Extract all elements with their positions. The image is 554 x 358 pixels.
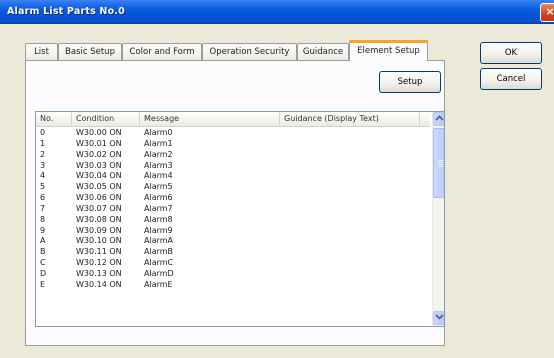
tab-basic-setup[interactable]: Basic Setup: [58, 43, 122, 60]
cell-no: 9: [40, 225, 46, 235]
cell-message: Alarm1: [144, 138, 173, 148]
cell-condition: W30.10 ON: [76, 236, 122, 246]
cell-message: Alarm7: [144, 203, 173, 213]
cell-condition: W30.03 ON: [76, 160, 122, 170]
list-item[interactable]: 2 W30.02 ON Alarm2: [36, 150, 430, 161]
tab-operation-security[interactable]: Operation Security: [202, 43, 297, 60]
cell-condition: W30.14 ON: [76, 279, 122, 289]
list-item[interactable]: B W30.11 ON AlarmB: [36, 247, 430, 258]
list-item[interactable]: 7 W30.07 ON Alarm7: [36, 204, 430, 215]
list-item[interactable]: 5 W30.05 ON Alarm5: [36, 182, 430, 193]
cell-condition: W30.07 ON: [76, 203, 122, 213]
cell-message: AlarmE: [144, 279, 173, 289]
element-list[interactable]: No. Condition Message Guidance (Display …: [35, 111, 445, 327]
tab-element-setup[interactable]: Element Setup: [349, 40, 428, 61]
vertical-scrollbar[interactable]: [432, 112, 444, 326]
window-title: Alarm List Parts No.0: [7, 6, 125, 17]
title-bar[interactable]: Alarm List Parts No.0 ×: [0, 0, 554, 24]
chevron-up-icon: [435, 115, 444, 123]
tab-label: Color and Form: [129, 47, 195, 57]
cell-condition: W30.12 ON: [76, 258, 122, 268]
cell-no: 5: [40, 182, 46, 192]
tab-color-and-form[interactable]: Color and Form: [122, 43, 202, 60]
tab-label: List: [34, 47, 49, 57]
list-item[interactable]: 3 W30.03 ON Alarm3: [36, 161, 430, 172]
cell-message: AlarmC: [144, 258, 174, 268]
list-header: No. Condition Message Guidance (Display …: [36, 112, 430, 127]
cell-message: Alarm9: [144, 225, 173, 235]
list-item[interactable]: 6 W30.06 ON Alarm6: [36, 193, 430, 204]
cell-condition: W30.06 ON: [76, 193, 122, 203]
cell-no: 3: [40, 160, 46, 170]
list-item[interactable]: E W30.14 ON AlarmE: [36, 280, 430, 291]
cell-no: A: [40, 236, 46, 246]
list-item[interactable]: 0 W30.00 ON Alarm0: [36, 128, 430, 139]
cell-message: AlarmA: [144, 236, 174, 246]
cell-condition: W30.08 ON: [76, 214, 122, 224]
cell-no: 2: [40, 149, 46, 159]
cell-message: AlarmD: [144, 268, 174, 278]
cell-no: C: [40, 258, 46, 268]
scroll-thumb[interactable]: [433, 128, 444, 198]
chevron-down-icon: [435, 314, 444, 322]
setup-button[interactable]: Setup: [379, 71, 441, 93]
column-header-guidance[interactable]: Guidance (Display Text): [280, 112, 420, 127]
cell-message: Alarm4: [144, 171, 173, 181]
cell-condition: W30.04 ON: [76, 171, 122, 181]
column-header-condition[interactable]: Condition: [72, 112, 140, 127]
grip-line: [438, 166, 443, 167]
grip-line: [438, 162, 443, 163]
cell-message: Alarm2: [144, 149, 173, 159]
grip-line: [438, 164, 443, 165]
scroll-up-button[interactable]: [433, 112, 444, 126]
cell-no: 0: [40, 128, 46, 137]
list-item[interactable]: 1 W30.01 ON Alarm1: [36, 139, 430, 150]
cell-condition: W30.02 ON: [76, 149, 122, 159]
cell-no: 4: [40, 171, 46, 181]
cell-no: 7: [40, 203, 46, 213]
cell-message: Alarm5: [144, 182, 173, 192]
list-item[interactable]: C W30.12 ON AlarmC: [36, 258, 430, 269]
column-header-no[interactable]: No.: [36, 112, 72, 127]
tab-list[interactable]: List: [25, 43, 58, 60]
cell-message: Alarm0: [144, 128, 173, 137]
close-button[interactable]: ×: [540, 3, 554, 22]
cell-message: Alarm6: [144, 193, 173, 203]
cell-message: Alarm8: [144, 214, 173, 224]
cell-condition: W30.13 ON: [76, 268, 122, 278]
grip-line: [438, 160, 443, 161]
close-icon: ×: [545, 5, 554, 18]
tab-guidance[interactable]: Guidance: [297, 43, 349, 60]
cell-condition: W30.11 ON: [76, 247, 122, 257]
cell-no: 8: [40, 214, 46, 224]
tab-label: Guidance: [302, 47, 344, 57]
cell-message: Alarm3: [144, 160, 173, 170]
list-rows: 0 W30.00 ON Alarm0 1 W30.01 ON Alarm1 2 W30.02 …: [36, 128, 430, 291]
cancel-button[interactable]: Cancel: [480, 68, 542, 90]
cell-condition: W30.09 ON: [76, 225, 122, 235]
cell-no: 1: [40, 138, 46, 148]
cell-no: D: [40, 268, 47, 278]
tab-label: Operation Security: [209, 47, 290, 57]
column-header-message[interactable]: Message: [140, 112, 280, 127]
list-item[interactable]: A W30.10 ON AlarmA: [36, 236, 430, 247]
list-item[interactable]: 4 W30.04 ON Alarm4: [36, 171, 430, 182]
scroll-down-button[interactable]: [433, 311, 444, 325]
cell-condition: W30.05 ON: [76, 182, 122, 192]
cell-no: 6: [40, 193, 46, 203]
ok-button[interactable]: OK: [480, 42, 542, 64]
cell-message: AlarmB: [144, 247, 174, 257]
cell-no: E: [40, 279, 46, 289]
list-item[interactable]: 9 W30.09 ON Alarm9: [36, 226, 430, 237]
list-item[interactable]: D W30.13 ON AlarmD: [36, 269, 430, 280]
tab-label: Element Setup: [357, 46, 420, 56]
cell-no: B: [40, 247, 46, 257]
cell-condition: W30.01 ON: [76, 138, 122, 148]
cell-condition: W30.00 ON: [76, 128, 122, 137]
tab-label: Basic Setup: [65, 47, 115, 57]
list-item[interactable]: 8 W30.08 ON Alarm8: [36, 215, 430, 226]
